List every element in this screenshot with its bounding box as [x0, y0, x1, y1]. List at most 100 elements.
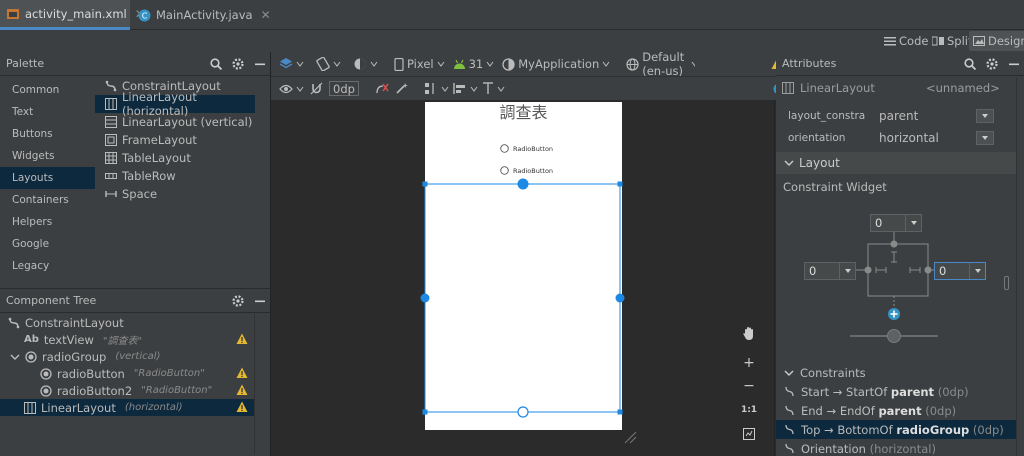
component-tree-panel: Component Tree ConstraintLayout Ab textV…: [0, 288, 270, 456]
zoom-out-button[interactable]: −: [738, 375, 760, 397]
linear-vertical-icon: [105, 116, 117, 128]
api-level-selector[interactable]: 31: [453, 57, 495, 71]
selected-linearlayout-overlay[interactable]: [419, 178, 629, 418]
tree-item-linearlayout[interactable]: LinearLayout (horizontal): [0, 399, 254, 416]
attributes-scroll-thumb[interactable]: [1004, 276, 1009, 290]
palette-item-framelayout[interactable]: FrameLayout: [95, 131, 255, 149]
chevron-down-icon[interactable]: [10, 352, 20, 362]
app-theme-selector[interactable]: MyApplication: [502, 57, 610, 71]
constraint-layout-icon: [105, 80, 117, 92]
palette-item-space[interactable]: Space: [95, 185, 255, 203]
tree-item-radiobutton[interactable]: radioButton "RadioButton": [0, 365, 254, 382]
infer-constraints-icon[interactable]: [395, 82, 408, 95]
preview-title-text[interactable]: 調查表: [425, 99, 622, 123]
layers-icon[interactable]: [279, 57, 304, 71]
constraint-row-start[interactable]: Start → StartOf parent (0dp): [776, 382, 1016, 401]
layout-section-header[interactable]: Layout: [776, 152, 1016, 174]
table-row-icon: [105, 170, 117, 182]
locale-selector[interactable]: Default (en-us): [626, 50, 696, 78]
orientation-icon[interactable]: [316, 57, 341, 71]
constraint-link-icon: [784, 405, 795, 416]
palette-category-helpers[interactable]: Helpers: [0, 211, 95, 233]
design-mode-button[interactable]: Design: [969, 31, 1024, 51]
tree-scrollbar[interactable]: [254, 314, 266, 454]
attr-value-layout-constraint[interactable]: parent: [866, 109, 970, 123]
palette-category-layouts[interactable]: Layouts: [0, 167, 95, 189]
close-icon[interactable]: ✕: [261, 8, 271, 22]
margin-top-combo[interactable]: 0: [870, 214, 922, 232]
code-lines-icon: [884, 36, 896, 46]
chevron-down-icon[interactable]: [976, 131, 994, 145]
warning-icon[interactable]: [236, 333, 248, 345]
zoom-fit-icon[interactable]: [738, 423, 760, 445]
palette-category-text[interactable]: Text: [0, 101, 95, 123]
palette-category-legacy[interactable]: Legacy: [0, 255, 95, 277]
tree-item-radiobutton2[interactable]: radioButton2 "RadioButton": [0, 382, 254, 399]
gear-icon[interactable]: [232, 58, 244, 70]
tree-item-textview[interactable]: Ab textView "調查表": [0, 331, 254, 348]
palette-category-common[interactable]: Common: [0, 79, 95, 101]
palette-item-tablerow[interactable]: TableRow: [95, 167, 255, 185]
constraint-row-top[interactable]: Top → BottomOf radioGroup (0dp): [776, 420, 1016, 439]
minimize-icon[interactable]: [1008, 58, 1020, 70]
warning-icon[interactable]: [236, 367, 248, 379]
palette-item-linearlayout-horizontal[interactable]: LinearLayout (horizontal): [95, 90, 255, 118]
tree-item-radiogroup[interactable]: radioGroup (vertical): [0, 348, 254, 365]
minimize-icon[interactable]: [254, 58, 266, 70]
linear-horizontal-icon: [24, 401, 36, 414]
attributes-panel: Attributes LinearLayout <unnamed> layout…: [776, 52, 1024, 456]
palette-item-tablelayout[interactable]: TableLayout: [95, 149, 255, 167]
attributes-id-value[interactable]: <unnamed>: [926, 81, 1000, 95]
constraint-row-orientation[interactable]: Orientation (horizontal): [776, 439, 1016, 456]
resize-handle-icon[interactable]: [623, 430, 637, 444]
warning-icon[interactable]: [236, 401, 248, 413]
margin-left-combo[interactable]: 0: [804, 262, 856, 280]
palette-category-buttons[interactable]: Buttons: [0, 123, 95, 145]
linear-horizontal-icon: [105, 98, 117, 110]
theme-icon[interactable]: [353, 57, 378, 71]
palette-item-linearlayout-vertical[interactable]: LinearLayout (vertical): [95, 113, 255, 131]
phone-icon: [394, 57, 404, 71]
device-selector[interactable]: Pixel: [394, 57, 445, 71]
guidelines-icon[interactable]: [482, 82, 505, 95]
clear-constraints-icon[interactable]: [375, 82, 389, 95]
attributes-scrollbar[interactable]: [1016, 78, 1024, 456]
gear-icon[interactable]: [986, 58, 998, 70]
tree-item-constraintlayout[interactable]: ConstraintLayout: [0, 314, 254, 331]
constraints-section-header[interactable]: Constraints: [776, 363, 1016, 382]
tab-activity-main-xml[interactable]: activity_main.xml ✕: [0, 0, 145, 30]
align-icon[interactable]: [453, 82, 478, 95]
minimize-icon[interactable]: [254, 295, 266, 307]
constraint-widget-diagram[interactable]: [854, 232, 944, 342]
palette-category-containers[interactable]: Containers: [0, 189, 95, 211]
magnet-off-icon[interactable]: [310, 82, 323, 95]
preview-radio-button[interactable]: RadioButton: [500, 144, 553, 153]
zoom-actual-size-button[interactable]: 1:1: [738, 399, 760, 421]
code-mode-button[interactable]: Code: [880, 31, 932, 51]
warning-icon[interactable]: [236, 384, 248, 396]
theme-circle-icon: [502, 57, 515, 71]
eye-icon[interactable]: [279, 84, 304, 94]
tab-mainactivity-java[interactable]: C MainActivity.java ✕: [132, 0, 271, 30]
attributes-title: Attributes: [782, 57, 837, 70]
palette-category-google[interactable]: Google: [0, 233, 95, 255]
gear-icon[interactable]: [232, 295, 244, 307]
margin-right-combo[interactable]: 0: [934, 262, 986, 280]
preview-radio-button2[interactable]: RadioButton: [500, 166, 553, 175]
constraint-row-end[interactable]: End → EndOf parent (0dp): [776, 401, 1016, 420]
bias-slider-thumb[interactable]: [887, 329, 901, 343]
split-icon: [932, 36, 944, 46]
attr-row-layout-constraint: layout_constraint... parent: [776, 106, 1016, 126]
search-icon[interactable]: [964, 58, 976, 70]
default-margin-field[interactable]: 0dp: [329, 81, 359, 96]
search-icon[interactable]: [210, 58, 222, 70]
chevron-down-icon: [905, 215, 921, 231]
chevron-down-icon[interactable]: [976, 109, 994, 123]
pan-hand-icon[interactable]: [738, 322, 760, 344]
attr-value-orientation[interactable]: horizontal: [866, 131, 970, 145]
palette-category-widgets[interactable]: Widgets: [0, 145, 95, 167]
zoom-in-button[interactable]: +: [738, 352, 760, 374]
constraint-widget-label: Constraint Widget: [783, 180, 887, 194]
chevron-down-icon: [839, 263, 855, 279]
pack-icon[interactable]: [424, 82, 449, 95]
